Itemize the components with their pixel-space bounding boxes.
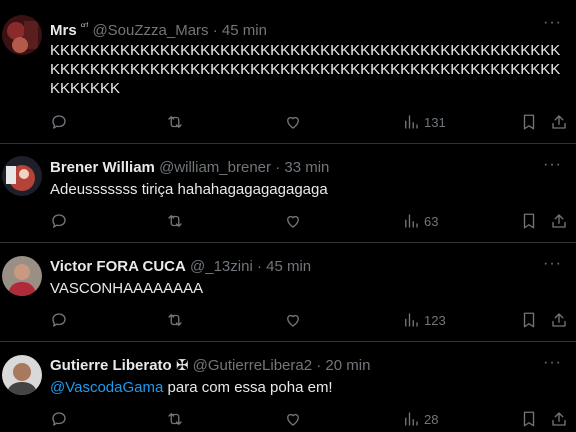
- timestamp[interactable]: 33 min: [284, 159, 329, 176]
- heart-icon: [287, 413, 299, 426]
- author-handle[interactable]: @SouZzza_Mars: [92, 22, 208, 39]
- heart-icon: [287, 116, 299, 129]
- name-badge: ✠: [175, 357, 189, 374]
- tweet-actions: 28: [50, 409, 576, 429]
- views-button[interactable]: 123: [402, 310, 446, 330]
- share-button[interactable]: [550, 310, 568, 330]
- more-icon[interactable]: ···: [543, 157, 562, 173]
- views-button[interactable]: 131: [402, 112, 446, 132]
- bookmark-button[interactable]: [520, 211, 538, 231]
- tweet-text: KKKKKKKKKKKKKKKKKKKKKKKKKKKKKKKKKKKKKKKK…: [50, 42, 561, 97]
- retweet-icon: [168, 413, 182, 425]
- tweet-text: @VascodaGama para com essa poha em!: [50, 378, 570, 397]
- retweet-icon: [168, 215, 182, 227]
- tweet[interactable]: Gutierre Liberato ✠ @GutierreLibera2 · 2…: [0, 342, 576, 432]
- reply-icon: [52, 313, 66, 327]
- retweet-button[interactable]: [166, 211, 184, 231]
- tweet-header: Gutierre Liberato ✠ @GutierreLibera2 · 2…: [50, 356, 536, 376]
- views-count: 123: [424, 312, 446, 328]
- tweet-text: Adeusssssss tiriça hahahagagagagagaga: [50, 181, 328, 198]
- author-name[interactable]: Brener William: [50, 159, 155, 176]
- name-suffix: ᶜʳᶠ: [80, 21, 89, 31]
- views-button[interactable]: 28: [402, 409, 438, 429]
- retweet-icon: [168, 116, 182, 128]
- reply-button[interactable]: [50, 211, 68, 231]
- separator-dot: ·: [256, 258, 262, 275]
- bookmark-icon: [523, 213, 535, 229]
- tweet[interactable]: Victor FORA CUCA @_13zini · 45 min ··· V…: [0, 243, 576, 342]
- views-count: 28: [424, 411, 439, 427]
- tweet[interactable]: Brener William @william_brener · 33 min …: [0, 144, 576, 243]
- views-icon: [405, 214, 418, 228]
- views-count: 63: [424, 213, 439, 229]
- reply-button[interactable]: [50, 310, 68, 330]
- timestamp[interactable]: 45 min: [266, 258, 311, 275]
- bookmark-icon: [523, 312, 535, 328]
- bookmark-icon: [523, 411, 535, 427]
- views-icon: [405, 115, 418, 129]
- avatar[interactable]: [2, 156, 42, 196]
- separator-dot: ·: [316, 357, 322, 374]
- tweet-header: Victor FORA CUCA @_13zini · 45 min: [50, 257, 536, 277]
- reply-button[interactable]: [50, 112, 68, 132]
- author-name[interactable]: Mrs: [50, 22, 77, 39]
- author-handle[interactable]: @william_brener: [159, 159, 271, 176]
- share-icon: [552, 115, 566, 129]
- share-button[interactable]: [550, 211, 568, 231]
- timestamp[interactable]: 45 min: [222, 22, 267, 39]
- tweet-header: Mrs ᶜʳᶠ @SouZzza_Mars · 45 min: [50, 16, 536, 41]
- heart-icon: [287, 314, 299, 327]
- like-button[interactable]: [284, 310, 302, 330]
- retweet-button[interactable]: [166, 112, 184, 132]
- tweet-text-rest: para com essa poha em!: [167, 379, 333, 396]
- tweet[interactable]: Mrs ᶜʳᶠ @SouZzza_Mars · 45 min ··· KKKKK…: [0, 0, 576, 144]
- avatar[interactable]: [2, 355, 42, 395]
- separator-dot: ·: [212, 22, 218, 39]
- separator-dot: ·: [275, 159, 281, 176]
- views-icon: [405, 313, 418, 327]
- bookmark-button[interactable]: [520, 409, 538, 429]
- retweet-button[interactable]: [166, 310, 184, 330]
- reply-icon: [52, 115, 66, 129]
- views-button[interactable]: 63: [402, 211, 438, 231]
- retweet-button[interactable]: [166, 409, 184, 429]
- views-count: 131: [424, 114, 446, 130]
- more-icon[interactable]: ···: [543, 355, 562, 371]
- author-name[interactable]: Gutierre Liberato: [50, 357, 172, 374]
- retweet-icon: [168, 314, 182, 326]
- like-button[interactable]: [284, 409, 302, 429]
- bookmark-button[interactable]: [520, 112, 538, 132]
- reply-icon: [52, 214, 66, 228]
- heart-icon: [287, 215, 299, 228]
- bookmark-icon: [523, 114, 535, 130]
- reply-icon: [52, 412, 66, 426]
- views-icon: [405, 412, 418, 426]
- share-button[interactable]: [550, 112, 568, 132]
- timestamp[interactable]: 20 min: [325, 357, 370, 374]
- author-handle[interactable]: @_13zini: [190, 258, 253, 275]
- like-button[interactable]: [284, 112, 302, 132]
- tweet-text: VASCONHAAAAAAAA: [50, 280, 204, 297]
- bookmark-button[interactable]: [520, 310, 538, 330]
- share-icon: [552, 214, 566, 228]
- more-icon[interactable]: ···: [543, 15, 562, 31]
- share-icon: [552, 412, 566, 426]
- author-name[interactable]: Victor FORA CUCA: [50, 258, 186, 275]
- tweet-header: Brener William @william_brener · 33 min: [50, 158, 536, 178]
- avatar[interactable]: [2, 15, 42, 55]
- more-icon[interactable]: ···: [543, 256, 562, 272]
- mention-link[interactable]: @VascodaGama: [50, 379, 163, 396]
- share-button[interactable]: [550, 409, 568, 429]
- reply-button[interactable]: [50, 409, 68, 429]
- like-button[interactable]: [284, 211, 302, 231]
- avatar[interactable]: [2, 256, 42, 296]
- author-handle[interactable]: @GutierreLibera2: [193, 357, 312, 374]
- tweet-actions: 63: [50, 211, 576, 231]
- tweet-actions: 123: [50, 310, 576, 330]
- share-icon: [552, 313, 566, 327]
- tweet-actions: 131: [50, 112, 576, 132]
